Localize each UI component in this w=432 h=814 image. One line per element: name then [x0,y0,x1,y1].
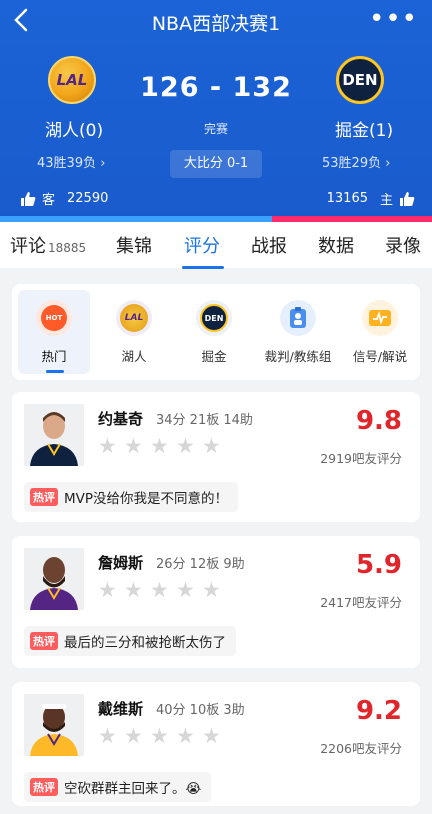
lakers-icon-text: LAL [120,304,148,332]
home-support-count: 13165 [326,191,368,206]
filter-lakers[interactable]: LAL 湖人 [98,290,170,374]
hot-comment-text: 最后的三分和被抢断太伤了 [64,635,226,651]
player-name: 戴维斯 [98,700,144,718]
more-button[interactable]: ••• [369,4,418,34]
game-header: NBA西部决赛1 ••• LAL 湖人(0) 43胜39负 › 126 - 13… [0,0,432,222]
filter-referee-coach[interactable]: 裁判/教练组 [260,290,336,374]
away-team-record[interactable]: 43胜39负 › [37,152,105,171]
star-icon[interactable]: ★ [150,726,170,747]
home-support-label: 主 [379,193,393,208]
home-support-button[interactable]: 13165 主 [327,189,415,208]
lakers-icon: LAL [116,300,152,336]
filter-hot[interactable]: HOT 热门 [18,290,90,374]
nuggets-icon-text: DEN [200,304,228,332]
home-record-text: 53胜29负 [322,156,382,171]
player-avatar [24,694,84,756]
hot-icon: HOT [36,300,72,336]
tab-comments[interactable]: 评论 18885 [10,232,86,258]
player-name: 约基奇 [98,410,144,428]
star-icon[interactable]: ★ [202,436,222,457]
home-team-name[interactable]: 掘金(1) [335,116,393,141]
tab-ratings[interactable]: 评分 [184,232,220,258]
player-stats: 40分 10板 3助 [156,703,245,718]
thumbs-up-icon [21,191,36,206]
player-rating-score: 9.2 [355,696,402,726]
filter-lakers-label: 湖人 [121,349,147,364]
away-support-button[interactable]: 客 22590 [20,189,108,208]
filter-nuggets[interactable]: DEN 掘金 [178,290,250,374]
away-record-text: 43胜39负 [37,156,97,171]
star-icon[interactable]: ★ [202,726,222,747]
nuggets-icon: DEN [196,300,232,336]
player-stats: 34分 21板 14助 [156,413,253,428]
chevron-right-icon: › [381,156,391,171]
player-avatar [24,548,84,610]
hot-comment-text: 空砍群群主回来了。😭 [64,781,202,797]
player-rating-score: 5.9 [355,550,402,580]
player-rating-card[interactable]: 詹姆斯 26分 12板 9助 ★ ★ ★ ★ ★ 5.9 2417吧友评分 热评 最后的… [12,536,420,668]
star-icon[interactable]: ★ [98,436,118,457]
star-rating-input[interactable]: ★ ★ ★ ★ ★ [98,726,222,747]
star-icon[interactable]: ★ [202,580,222,601]
star-icon[interactable]: ★ [124,726,144,747]
filter-hot-label: 热门 [41,349,67,364]
tab-comments-label: 评论 [10,236,46,257]
home-team-record[interactable]: 53胜29负 › [322,152,390,171]
referee-icon [280,300,316,336]
player-rating-score: 9.8 [355,406,402,436]
away-support-label: 客 [42,193,56,208]
thumbs-up-icon [400,191,415,206]
hot-comment-badge: 热评 [30,632,58,650]
player-avatar [24,404,84,466]
hot-icon-text: HOT [41,305,67,331]
series-score: 大比分 0-1 [170,150,262,178]
player-stats: 26分 12板 9助 [156,557,245,572]
player-rating-card[interactable]: 戴维斯 40分 10板 3助 ★ ★ ★ ★ ★ 9.2 2206吧友评分 热评 空砍群… [12,682,420,806]
hot-comment-badge: 热评 [30,488,58,506]
nuggets-logo-text: DEN [342,71,378,89]
top-bar: NBA西部决赛1 ••• [0,0,432,40]
star-rating-input[interactable]: ★ ★ ★ ★ ★ [98,436,222,457]
hot-comment-badge: 热评 [30,778,58,796]
tab-comments-count: 18885 [48,241,87,255]
star-icon[interactable]: ★ [176,726,196,747]
rating-count: 2919吧友评分 [320,451,402,466]
rating-filter-card: HOT 热门 LAL 湖人 DEN 掘金 裁判/教练组 信号/解说 [12,284,420,380]
player-rating-card[interactable]: 约基奇 34分 21板 14助 ★ ★ ★ ★ ★ 9.8 2919吧友评分 热评 MV… [12,392,420,522]
star-icon[interactable]: ★ [176,436,196,457]
chevron-right-icon: › [96,156,106,171]
away-support-count: 22590 [67,191,109,206]
star-icon[interactable]: ★ [150,580,170,601]
tab-highlights[interactable]: 集锦 [116,232,152,258]
star-icon[interactable]: ★ [98,726,118,747]
hot-comment[interactable]: 热评 MVP没给你我是不同意的！ [24,482,239,512]
tab-report[interactable]: 战报 [251,232,287,258]
active-tab-indicator [182,266,224,269]
tab-stats[interactable]: 数据 [318,232,354,258]
star-rating-input[interactable]: ★ ★ ★ ★ ★ [98,580,222,601]
star-icon[interactable]: ★ [98,580,118,601]
more-dots-icon: ••• [368,4,418,34]
filter-broadcast-label: 信号/解说 [352,349,408,364]
hot-comment-text: MVP没给你我是不同意的！ [64,491,229,507]
rating-count: 2206吧友评分 [320,741,402,756]
filter-broadcast[interactable]: 信号/解说 [342,290,418,374]
tab-replay[interactable]: 录像 [385,232,421,258]
hot-comment[interactable]: 热评 最后的三分和被抢断太伤了 [24,626,236,656]
star-icon[interactable]: ★ [150,436,170,457]
hot-comment[interactable]: 热评 空砍群群主回来了。😭 [24,772,212,802]
star-icon[interactable]: ★ [124,436,144,457]
active-filter-indicator [46,370,64,373]
filter-nuggets-label: 掘金 [201,349,227,364]
nuggets-logo[interactable]: DEN [336,56,384,104]
player-name: 詹姆斯 [98,554,144,572]
signal-icon [362,300,398,336]
page-title: NBA西部决赛1 [151,13,281,35]
filter-referee-label: 裁判/教练组 [264,349,332,364]
tab-bar: 评论 18885 集锦 评分 战报 数据 录像 [0,222,432,268]
star-icon[interactable]: ★ [124,580,144,601]
star-icon[interactable]: ★ [176,580,196,601]
rating-count: 2417吧友评分 [320,595,402,610]
